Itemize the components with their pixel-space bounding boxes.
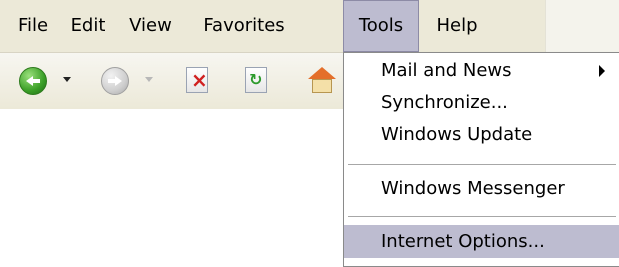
back-dropdown-arrow-icon[interactable] — [63, 77, 71, 82]
tools-menu: Mail and News Synchronize... Windows Upd… — [343, 52, 619, 267]
menu-item-label: Windows Update — [381, 124, 533, 145]
menu-item-internet-options[interactable]: Internet Options... — [344, 225, 619, 258]
menu-item-label: Synchronize... — [381, 92, 508, 113]
menu-separator — [348, 164, 616, 165]
menubar-throbber-area — [545, 0, 619, 52]
home-roof-shape — [308, 67, 336, 79]
home-icon[interactable] — [306, 67, 338, 95]
menu-favorites[interactable]: Favorites — [199, 0, 289, 52]
menu-file[interactable]: File — [17, 0, 49, 52]
menu-item-label: Internet Options... — [381, 231, 545, 252]
menu-help[interactable]: Help — [433, 0, 481, 52]
menu-item-label: Mail and News — [381, 60, 512, 81]
menu-item-mail-and-news[interactable]: Mail and News — [344, 55, 619, 87]
menu-item-windows-messenger[interactable]: Windows Messenger — [344, 173, 619, 205]
forward-dropdown-arrow-icon[interactable] — [145, 77, 153, 82]
refresh-icon[interactable] — [245, 67, 267, 93]
stop-icon[interactable] — [186, 67, 208, 93]
menu-view[interactable]: View — [128, 0, 173, 52]
menu-tools[interactable]: Tools — [343, 0, 419, 52]
menu-edit[interactable]: Edit — [70, 0, 106, 52]
back-icon[interactable] — [19, 67, 47, 95]
menu-item-label: Windows Messenger — [381, 178, 565, 199]
home-body-shape — [312, 79, 332, 93]
menu-separator — [348, 216, 616, 217]
menu-bar: File Edit View Favorites Tools Help — [0, 0, 619, 53]
menu-item-windows-update[interactable]: Windows Update — [344, 119, 619, 151]
menu-item-synchronize[interactable]: Synchronize... — [344, 87, 619, 119]
submenu-arrow-icon — [599, 65, 605, 77]
forward-icon[interactable] — [101, 67, 129, 95]
